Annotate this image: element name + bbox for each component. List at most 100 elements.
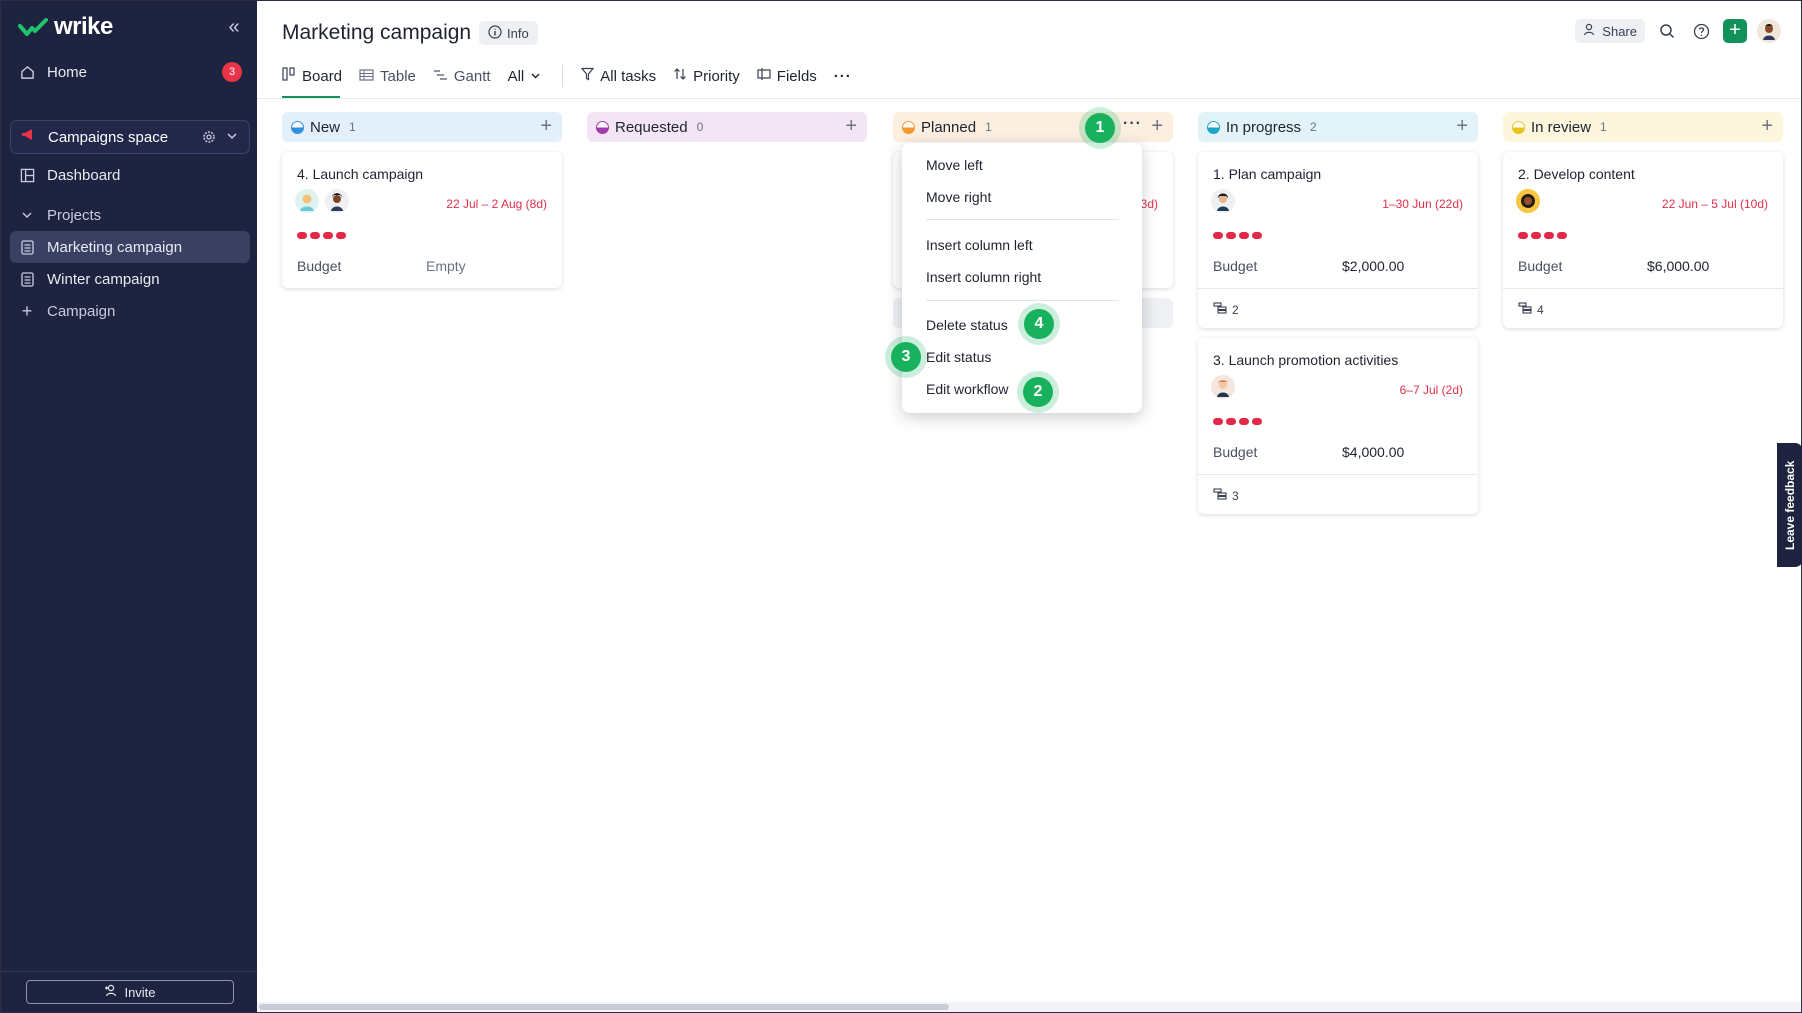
task-card-develop-content[interactable]: 2. Develop content 22 Jun – 5 Jul (10d) … <box>1503 152 1783 328</box>
field-value: $4,000.00 <box>1342 444 1405 460</box>
custom-field-budget[interactable]: Budget Empty <box>297 258 547 274</box>
space-name: Campaigns space <box>48 128 169 146</box>
filter-icon <box>580 67 595 85</box>
menu-divider <box>926 300 1119 301</box>
subtasks-count[interactable]: 2 <box>1213 302 1239 317</box>
assignee-avatar[interactable] <box>1211 189 1235 213</box>
add-task-icon[interactable]: + <box>1151 116 1163 136</box>
sort-icon <box>673 67 687 85</box>
assignee-avatar[interactable] <box>1211 375 1235 399</box>
share-button[interactable]: Share <box>1575 19 1645 43</box>
status-in-progress-icon <box>1207 120 1220 134</box>
share-label: Share <box>1602 23 1637 39</box>
add-task-icon[interactable]: + <box>1456 116 1468 136</box>
subtasks-count[interactable]: 4 <box>1518 302 1544 317</box>
header-actions: Share + <box>1575 19 1781 43</box>
board-icon <box>282 67 296 85</box>
status-planned-icon <box>902 120 915 134</box>
subtasks-count[interactable]: 3 <box>1213 488 1239 503</box>
column-title: In progress <box>1226 118 1302 136</box>
status-requested-icon <box>596 120 609 134</box>
custom-field-budget[interactable]: Budget $6,000.00 <box>1518 258 1768 274</box>
menu-insert-column-left[interactable]: Insert column left <box>926 237 1126 257</box>
subtasks-value: 3 <box>1232 488 1239 503</box>
toolbar-divider <box>562 65 564 87</box>
column-header-in-review[interactable]: In review 1 + <box>1503 112 1783 142</box>
scrollbar-thumb[interactable] <box>259 1004 949 1010</box>
filter-button[interactable]: All tasks <box>580 65 656 87</box>
sidebar-item-label: Marketing campaign <box>47 238 183 256</box>
status-in-review-icon <box>1512 120 1525 134</box>
add-task-icon[interactable]: + <box>845 116 857 136</box>
menu-insert-column-right[interactable]: Insert column right <box>926 269 1126 289</box>
custom-field-budget[interactable]: Budget $2,000.00 <box>1213 258 1463 274</box>
column-more-icon[interactable]: ··· <box>1123 115 1142 133</box>
collapse-sidebar-icon[interactable]: « <box>223 17 245 39</box>
sidebar-item-winter-campaign[interactable]: Winter campaign <box>10 263 250 295</box>
add-task-icon[interactable]: + <box>540 116 552 136</box>
menu-move-left[interactable]: Move left <box>926 157 1126 177</box>
menu-edit-status[interactable]: Edit status <box>926 349 1126 369</box>
project-icon <box>19 271 35 287</box>
assignee-avatar[interactable] <box>325 189 349 213</box>
horizontal-scrollbar[interactable] <box>257 1002 1801 1012</box>
sidebar-section-projects[interactable]: Projects <box>10 199 250 231</box>
column-header-planned[interactable]: Planned 1 ··· + <box>893 112 1173 142</box>
task-card-plan-campaign[interactable]: 1. Plan campaign 1–30 Jun (22d) Budget $… <box>1198 152 1478 328</box>
chevron-down-icon <box>19 207 35 223</box>
tab-board[interactable]: Board <box>282 65 342 87</box>
column-title: Planned <box>921 118 977 136</box>
column-count: 1 <box>1600 120 1607 134</box>
card-divider <box>1198 474 1478 475</box>
sidebar-item-home[interactable]: Home 3 <box>10 56 250 88</box>
card-divider <box>1503 288 1783 289</box>
task-card-launch-campaign[interactable]: 4. Launch campaign 22 Jul – 2 Aug (8d) B… <box>282 152 562 288</box>
create-new-button[interactable]: + <box>1723 19 1747 43</box>
custom-field-budget[interactable]: Budget $4,000.00 <box>1213 444 1463 460</box>
leave-feedback-tab[interactable]: Leave feedback <box>1777 443 1802 567</box>
menu-move-right[interactable]: Move right <box>926 189 1126 209</box>
info-button[interactable]: Info <box>479 21 538 45</box>
sidebar-item-marketing-campaign[interactable]: Marketing campaign <box>10 231 250 263</box>
header-divider <box>257 98 1801 99</box>
project-icon <box>19 239 35 255</box>
user-avatar[interactable] <box>1757 19 1781 43</box>
subtasks-icon <box>1213 302 1227 317</box>
invite-button[interactable]: Invite <box>26 980 234 1004</box>
sidebar-item-dashboard[interactable]: Dashboard <box>10 159 250 191</box>
field-label: Budget <box>1213 444 1258 460</box>
more-options-icon[interactable]: ··· <box>834 65 852 87</box>
chevron-down-icon[interactable] <box>225 129 239 147</box>
tab-table[interactable]: Table <box>359 65 416 87</box>
sort-button[interactable]: Priority <box>673 65 740 87</box>
column-title: In review <box>1531 118 1592 136</box>
add-campaign-button[interactable]: + Campaign <box>10 295 250 327</box>
column-header-in-progress[interactable]: In progress 2 + <box>1198 112 1478 142</box>
priority-indicator <box>1213 418 1262 425</box>
view-scope-dropdown[interactable]: All <box>508 65 542 87</box>
sidebar: wrike « Home 3 Campaigns space Dashboard… <box>1 1 257 1012</box>
megaphone-icon <box>20 128 36 146</box>
wrike-logo[interactable]: wrike <box>18 13 113 41</box>
assignee-avatar[interactable] <box>295 189 319 213</box>
fields-button[interactable]: Fields <box>757 65 817 87</box>
column-count: 1 <box>985 120 992 134</box>
task-card-launch-promotion[interactable]: 3. Launch promotion activities 6–7 Jul (… <box>1198 338 1478 514</box>
assignees <box>1516 189 1540 213</box>
add-task-icon[interactable]: + <box>1761 116 1773 136</box>
tab-gantt[interactable]: Gantt <box>433 65 491 87</box>
priority-indicator <box>1518 232 1567 239</box>
column-header-new[interactable]: New 1 + <box>282 112 562 142</box>
assignee-avatar[interactable] <box>1516 189 1540 213</box>
task-title: 1. Plan campaign <box>1213 166 1322 182</box>
field-label: Budget <box>297 258 342 274</box>
search-icon[interactable] <box>1655 19 1679 43</box>
plus-icon: + <box>21 300 33 321</box>
help-icon[interactable] <box>1689 19 1713 43</box>
space-selector[interactable]: Campaigns space <box>10 120 250 154</box>
home-icon <box>19 64 35 80</box>
sidebar-section-label: Projects <box>47 206 102 224</box>
sidebar-item-label: Dashboard <box>47 166 121 184</box>
column-header-requested[interactable]: Requested 0 + <box>587 112 867 142</box>
gear-icon[interactable] <box>201 129 217 149</box>
